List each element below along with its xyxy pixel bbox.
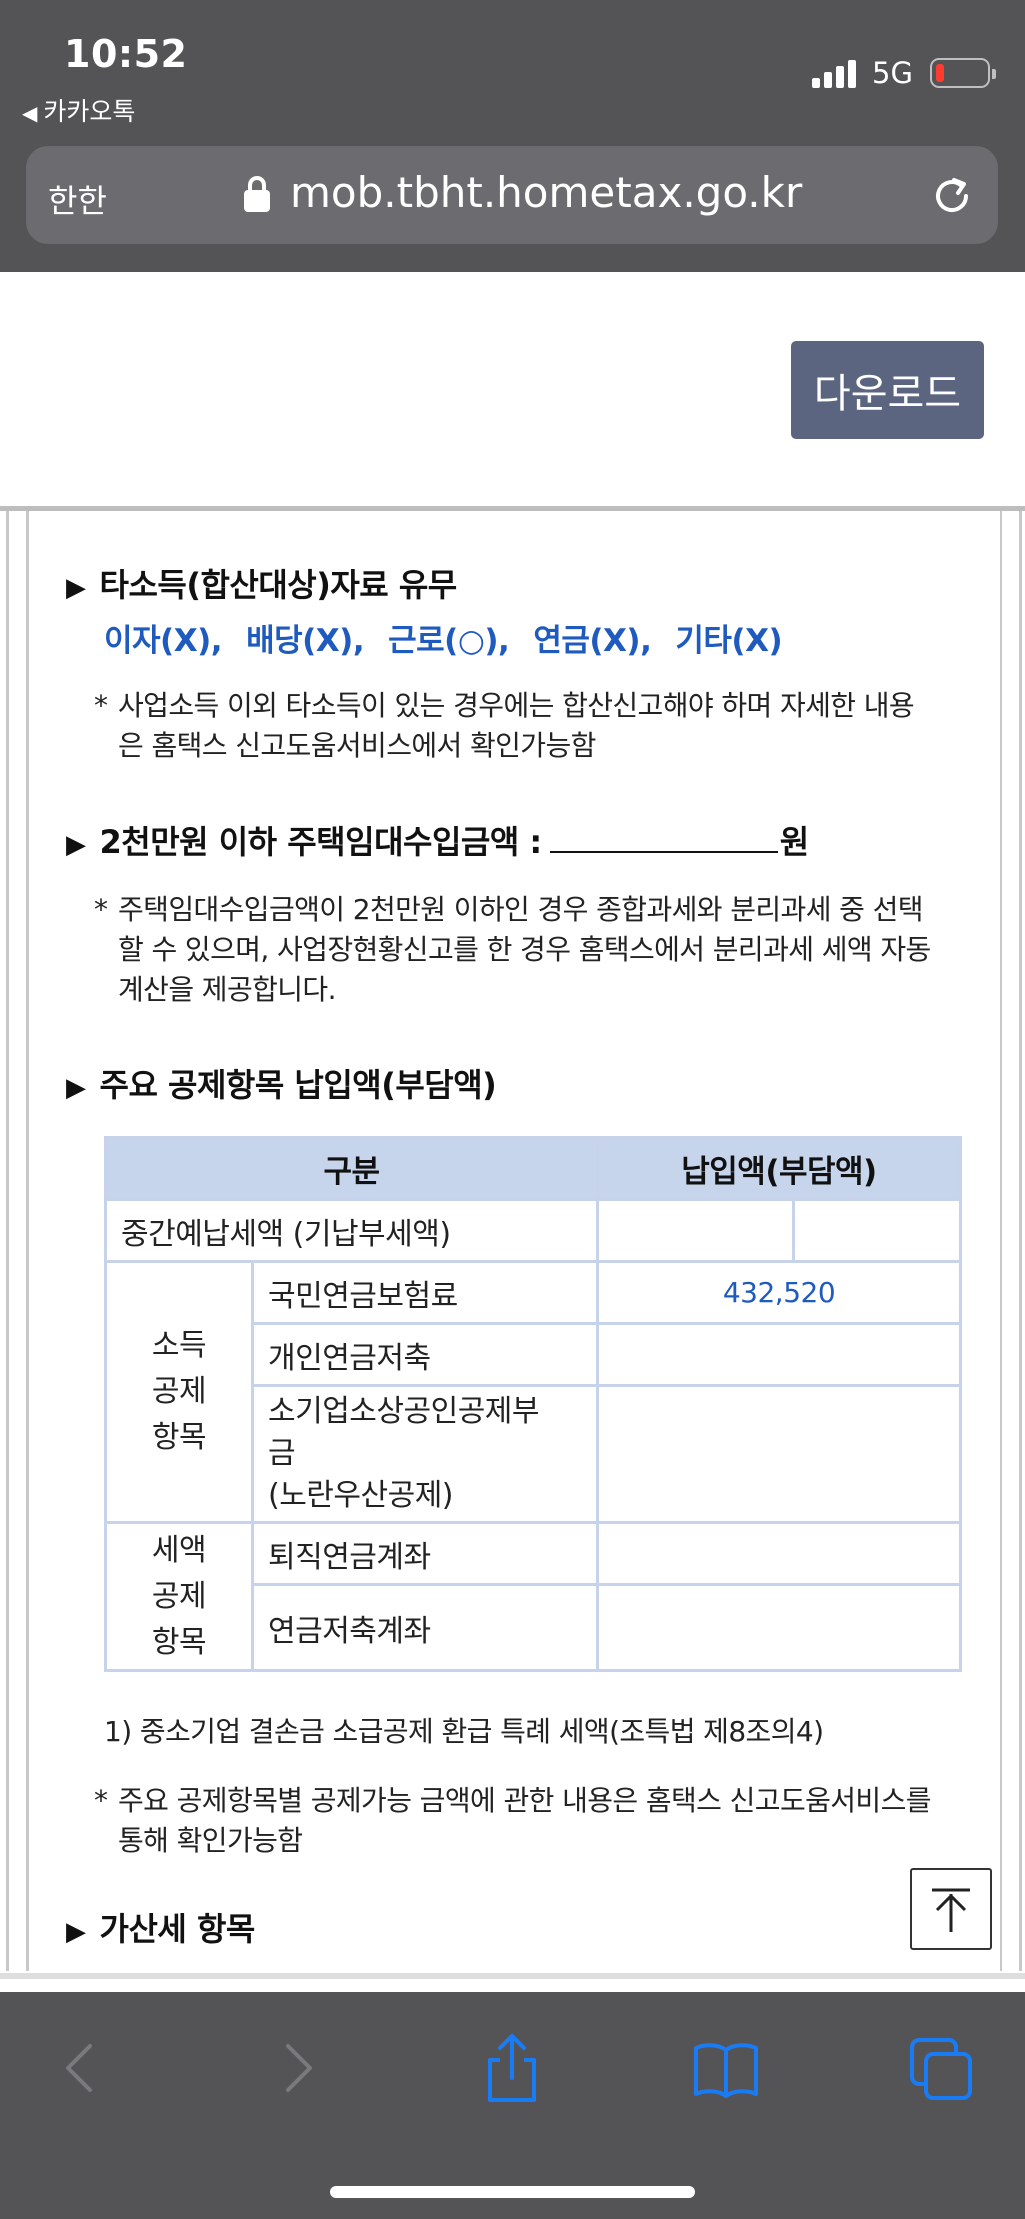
content-top-border [0,506,1025,511]
personal-pension-label: 개인연금저축 [251,1322,599,1387]
other-income-status: 이자(X), 배당(X), 근로(○), 연금(X), 기타(X) [104,615,806,660]
frame-border [6,511,9,1971]
prepaid-tax-value [596,1198,795,1263]
status-time: 10:52 [64,32,188,76]
back-triangle-icon: ◀ [22,101,38,125]
triangle-bullet-icon: ▶ [66,830,86,860]
note-deductions: * 주요 공제항목별 공제가능 금액에 관한 내용은 홈택스 신고도움서비스를 … [94,1784,932,1857]
triangle-bullet-icon: ▶ [66,1073,86,1103]
footnote-sme-refund: 1) 중소기업 결손금 소급공제 환급 특례 세액(조특법 제8조의4) [104,1715,824,1748]
web-page: 다운로드 ▶ 타소득(합산대상)자료 유무 이자(X), 배당(X), 근로(○), 연… [0,272,1025,1992]
content-bottom-border [0,1973,1025,1979]
deduction-table: 구분 납입액(부담액) 중간예납세액 (기납부세액) 소득 공제 항목 국민연금… [104,1136,962,1672]
column-header-amount: 납입액(부담액) [596,1136,962,1201]
personal-pension-value [596,1322,962,1387]
tax-credit-group: 세액 공제 항목 [104,1521,254,1672]
section-heading-other-income: ▶ 타소득(합산대상)자료 유무 [66,566,457,604]
back-app-label: 카카오톡 [43,97,136,126]
section-heading-rental-income: ▶ 2천만원 이하 주택임대수입금액 :원 [66,823,809,861]
download-button[interactable]: 다운로드 [791,341,984,439]
cellular-signal-icon [812,58,860,88]
share-icon[interactable] [476,2032,548,2104]
triangle-bullet-icon: ▶ [66,1917,86,1947]
table-row: 소득 공제 항목 국민연금보험료 432,520 [104,1260,962,1524]
table-row: 세액 공제 항목 퇴직연금계좌 [104,1521,962,1672]
battery-icon [930,58,996,88]
retirement-pension-label: 퇴직연금계좌 [251,1521,599,1586]
lock-icon [244,176,270,212]
note-rental-income: * 주택임대수입금액이 2천만원 이하인 경우 종합과세와 분리과세 중 선택 … [94,893,931,1006]
yellow-umbrella-label: 소기업소상공인공제부 금 (노란우산공제) [251,1384,599,1524]
other-status: 기타(X) [675,623,783,659]
prepaid-tax-value-2 [792,1198,962,1263]
frame-border [1000,511,1002,1971]
scroll-to-top-button[interactable] [910,1868,992,1950]
table-header-row: 구분 납입액(부담액) [104,1136,962,1201]
browser-top-chrome: 10:52 ◀ 카카오톡 5G 한한 mob.tbht.hometax.go.kr [0,0,1025,272]
back-chevron-icon[interactable] [44,2032,116,2104]
section-heading-penalty: ▶ 가산세 항목 [66,1910,255,1948]
url-text[interactable]: mob.tbht.hometax.go.kr [290,168,802,217]
reload-icon[interactable] [928,172,976,220]
prepaid-tax-label: 중간예납세액 (기납부세액) [104,1198,599,1263]
pension-savings-value [596,1583,962,1672]
earned-income-status: 근로(○), [388,623,510,659]
section-heading-deductions: ▶ 주요 공제항목 납입액(부담액) [66,1066,497,1104]
dividend-status: 배당(X), [246,623,365,659]
income-deduction-group: 소득 공제 항목 [104,1260,254,1524]
back-to-app-link[interactable]: ◀ 카카오톡 [22,92,135,128]
national-pension-value: 432,520 [596,1260,962,1325]
note-other-income: * 사업소득 이외 타소득이 있는 경우에는 합산신고해야 하며 자세한 내용 … [94,689,915,762]
tabs-icon[interactable] [906,2032,978,2104]
yellow-umbrella-value [596,1384,962,1524]
browser-bottom-toolbar [0,1992,1025,2219]
rental-amount-blank [549,825,778,853]
arrow-up-icon [932,1888,970,1932]
home-indicator[interactable] [330,2186,695,2198]
interest-status: 이자(X), [104,623,223,659]
frame-border [1019,511,1022,1971]
pension-savings-label: 연금저축계좌 [251,1583,599,1672]
bookmarks-book-icon[interactable] [690,2032,762,2104]
triangle-bullet-icon: ▶ [66,573,86,603]
network-type: 5G [872,56,913,90]
column-header-category: 구분 [104,1136,599,1201]
retirement-pension-value [596,1521,962,1586]
frame-border [26,511,29,1971]
address-bar[interactable]: 한한 mob.tbht.hometax.go.kr [26,146,998,244]
table-row: 중간예납세액 (기납부세액) [104,1198,962,1263]
pension-status: 연금(X), [533,623,652,659]
forward-chevron-icon[interactable] [262,2032,334,2104]
page-settings-button[interactable]: 한한 [48,176,107,222]
national-pension-label: 국민연금보험료 [251,1260,599,1325]
